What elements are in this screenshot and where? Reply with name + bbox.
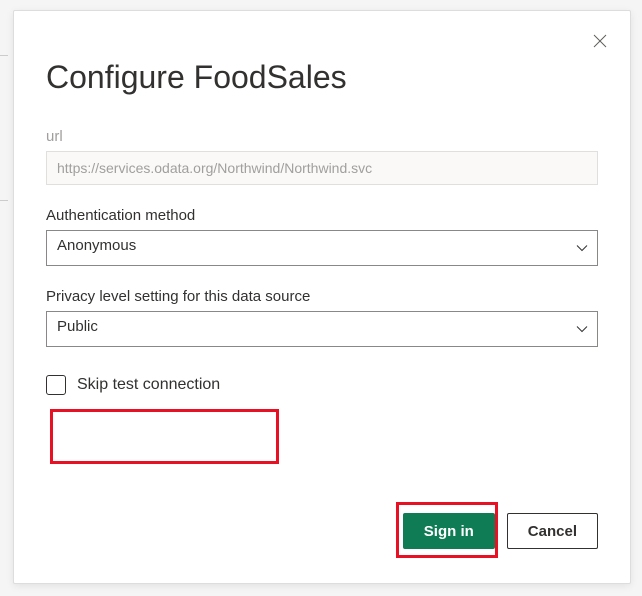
signin-button[interactable]: Sign in [403, 513, 495, 549]
close-icon [593, 34, 607, 48]
background-divider [0, 55, 8, 56]
url-label: url [46, 128, 598, 145]
annotation-highlight [50, 409, 279, 464]
auth-label: Authentication method [46, 207, 598, 224]
background-divider [0, 200, 8, 201]
skip-test-label[interactable]: Skip test connection [77, 376, 220, 394]
privacy-label: Privacy level setting for this data sour… [46, 288, 598, 305]
dialog-title: Configure FoodSales [46, 59, 598, 96]
skip-test-row: Skip test connection [46, 375, 598, 403]
url-input [46, 151, 598, 185]
close-button[interactable] [590, 31, 610, 51]
url-field-group: url [46, 128, 598, 185]
privacy-field-group: Privacy level setting for this data sour… [46, 288, 598, 347]
privacy-select-wrapper[interactable]: Public [46, 311, 598, 347]
auth-select[interactable]: Anonymous [46, 230, 598, 266]
auth-field-group: Authentication method Anonymous [46, 207, 598, 266]
privacy-select[interactable]: Public [46, 311, 598, 347]
button-row: Sign in Cancel [403, 513, 598, 549]
auth-select-wrapper[interactable]: Anonymous [46, 230, 598, 266]
cancel-button[interactable]: Cancel [507, 513, 598, 549]
skip-test-checkbox[interactable] [46, 375, 66, 395]
configure-dialog: Configure FoodSales url Authentication m… [13, 10, 631, 584]
